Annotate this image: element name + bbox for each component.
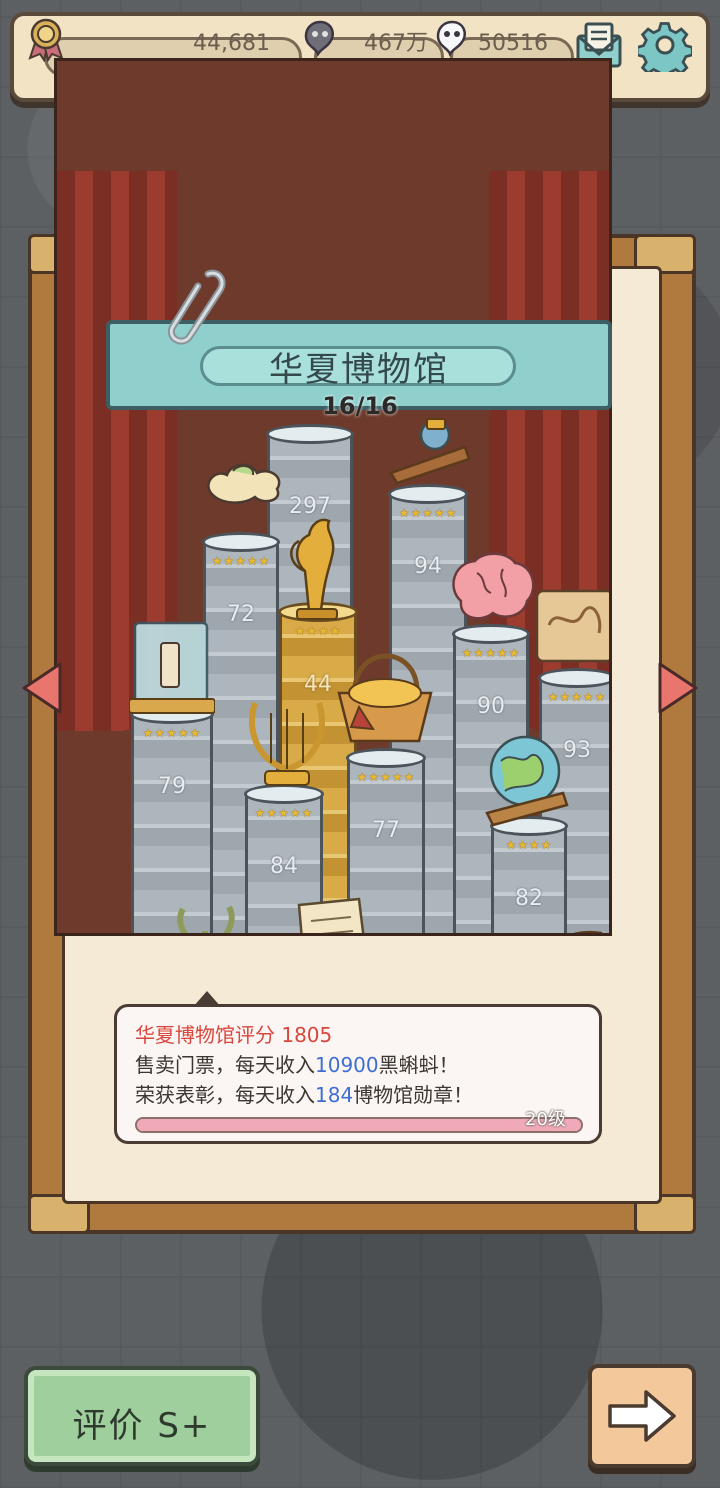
level-progress-bar bbox=[135, 1117, 583, 1133]
honor-income-line: 荣获表彰，每天收入184博物馆勋章！ bbox=[135, 1081, 473, 1109]
star-rating: ★★★★★ bbox=[254, 806, 314, 820]
glass-case-exhibit[interactable] bbox=[129, 617, 215, 717]
golden-phoenix-exhibit[interactable] bbox=[285, 511, 349, 621]
arrow-right-icon bbox=[608, 1390, 676, 1442]
pillar-cap bbox=[538, 668, 609, 688]
pillar-cap bbox=[266, 424, 354, 444]
honor-prefix: 荣获表彰，每天收入 bbox=[135, 1083, 315, 1107]
globe-exhibit[interactable] bbox=[481, 731, 571, 827]
bronze-tree-exhibit[interactable] bbox=[165, 901, 249, 936]
ticket-income-line: 售卖门票，每天收入10900黑蝌蚪！ bbox=[135, 1051, 459, 1079]
star-rating: ★★★★★ bbox=[142, 726, 202, 740]
next-museum-arrow[interactable] bbox=[656, 660, 700, 716]
pillar-number: 84 bbox=[270, 854, 298, 879]
star-rating: ★★★★★ bbox=[356, 770, 416, 784]
star-rating: ★★★★★ bbox=[398, 506, 458, 520]
honor-suffix: 博物馆勋章！ bbox=[353, 1083, 474, 1107]
star-rating: ★★★★ bbox=[294, 624, 342, 638]
star-rating: ★★★★ bbox=[505, 838, 553, 852]
prev-museum-arrow[interactable] bbox=[20, 660, 64, 716]
pillar-number: 90 bbox=[477, 694, 505, 719]
ticket-amount: 10900 bbox=[315, 1053, 379, 1077]
star-rating: ★★★★★ bbox=[211, 554, 271, 568]
stone-map-exhibit[interactable] bbox=[521, 923, 612, 936]
brain-exhibit[interactable] bbox=[447, 549, 537, 629]
rating-label: 华夏博物馆评分 bbox=[135, 1023, 275, 1047]
pillar-number: 82 bbox=[515, 886, 543, 911]
medal-icon bbox=[28, 18, 64, 62]
honor-amount: 184 bbox=[315, 1083, 354, 1107]
black-tadpole-icon bbox=[304, 20, 334, 57]
level-progress-fill bbox=[137, 1119, 581, 1131]
museum-info-box: 华夏博物馆评分 1805 售卖门票，每天收入10900黑蝌蚪！ 荣获表彰，每天收… bbox=[114, 991, 602, 1144]
pillar-number: 77 bbox=[372, 818, 400, 843]
pillar-number: 72 bbox=[227, 602, 255, 627]
pillar-cap bbox=[202, 532, 280, 552]
pillar-number: 79 bbox=[158, 774, 186, 799]
golden-harp-exhibit[interactable] bbox=[241, 693, 333, 789]
ticket-prefix: 售卖门票，每天收入 bbox=[135, 1053, 315, 1077]
dragon-tablet-exhibit[interactable] bbox=[533, 585, 612, 665]
telescope-exhibit[interactable] bbox=[381, 413, 473, 493]
collection-progress: 16/16 bbox=[322, 392, 398, 420]
ticket-suffix: 黑蝌蚪！ bbox=[378, 1053, 459, 1077]
pillar-82[interactable]: ★★★★ 82 bbox=[490, 816, 568, 933]
white-tadpole-icon bbox=[436, 20, 466, 57]
exhibit-stage[interactable]: 297 ★★★★★ 72 ★★★★★ 94 ★★★★ 44 ★★★★★ 79 ★… bbox=[54, 58, 612, 936]
auspicious-cloud-exhibit[interactable] bbox=[203, 457, 287, 507]
bread-basket-exhibit[interactable] bbox=[333, 637, 437, 747]
star-rating: ★★★★★ bbox=[461, 646, 521, 660]
ancient-document-exhibit[interactable] bbox=[289, 895, 373, 936]
info-pointer bbox=[193, 991, 221, 1007]
white-tadpole-value: 50516 bbox=[478, 31, 548, 56]
paperclip-icon bbox=[167, 269, 226, 345]
museum-title: 华夏博物馆 bbox=[269, 350, 449, 390]
medal-value: 44,681 bbox=[193, 31, 270, 56]
level-label: 20级 bbox=[525, 1109, 566, 1130]
rating-button[interactable]: 评价 S+ bbox=[24, 1366, 260, 1466]
rating-button-label: 评价 S+ bbox=[72, 1406, 212, 1446]
black-tadpole-value: 467万 bbox=[364, 31, 428, 56]
star-rating: ★★★★★ bbox=[547, 690, 607, 704]
thinker-statue-exhibit[interactable] bbox=[417, 931, 491, 936]
rating-line: 华夏博物馆评分 1805 bbox=[135, 1021, 332, 1049]
next-button[interactable] bbox=[588, 1364, 696, 1468]
gear-icon[interactable] bbox=[638, 18, 692, 72]
pillar-cap bbox=[346, 748, 426, 768]
rating-value: 1805 bbox=[281, 1023, 333, 1047]
